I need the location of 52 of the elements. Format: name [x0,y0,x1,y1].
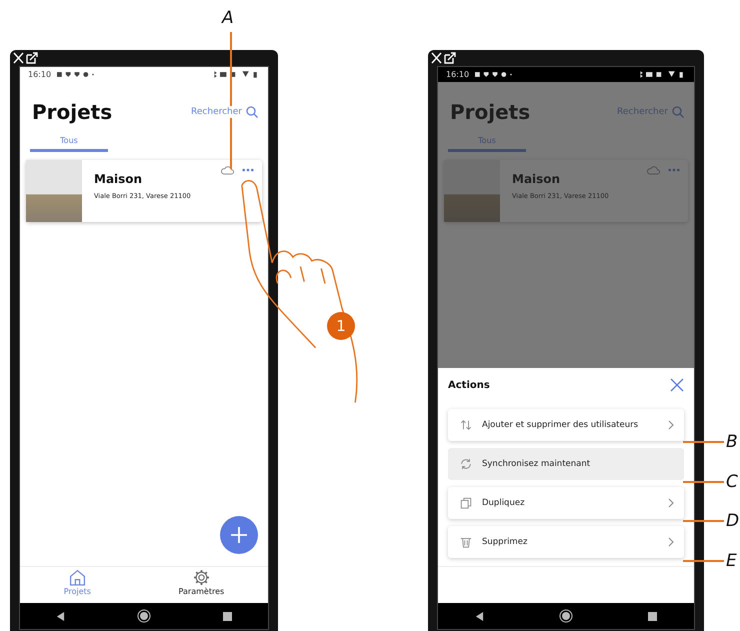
project-name: Maison [512,172,562,186]
sync-icon [460,458,472,470]
action-item[interactable]: Dupliquez [448,487,684,519]
system-icons [212,71,260,78]
home-icon[interactable] [137,609,151,623]
filter-tab[interactable]: Tous [30,136,108,152]
leader-line [683,560,724,562]
more-icon[interactable] [242,168,254,172]
status-time: 16:10 [28,70,52,79]
chevron-icon [668,537,674,547]
callout-label: E [726,550,737,570]
callout-label: B [726,432,738,452]
house-icon [68,569,86,586]
trash-icon [460,536,472,548]
search-icon [246,106,258,118]
settings-tab[interactable]: Paramètres [178,567,224,603]
action-item[interactable]: Ajouter et supprimer des utilisateurs [448,409,684,441]
back-icon[interactable] [475,612,484,620]
callout-label: D [726,511,740,531]
page-title: Projets [32,100,112,124]
callout-label: A [222,8,234,28]
up-down-arrows-icon [460,419,472,431]
recents-icon[interactable] [223,612,232,620]
cloud-icon [220,166,234,175]
plus-icon [231,527,247,543]
project-name: Maison [94,172,144,186]
leader-line [683,480,724,482]
step-badge: 1 [327,312,355,340]
search-icon [672,106,684,118]
callout-label: C [726,472,738,492]
frame-toolbar-icon[interactable] [431,52,457,64]
leader-line [683,520,724,522]
add-button[interactable] [220,516,258,554]
page-title: Projets [450,100,530,124]
chevron-icon [668,498,674,508]
recents-icon[interactable] [648,612,657,620]
close-icon[interactable] [670,378,684,392]
photo-placeholder [26,160,82,222]
frame-toolbar-icon[interactable] [13,52,39,64]
leader-line [683,441,724,443]
home-icon[interactable] [558,609,573,623]
projects-tab[interactable]: Projets [64,567,91,603]
cloud-icon [646,166,660,175]
action-item[interactable]: Supprimez [448,526,684,558]
copy-icon [460,497,472,509]
back-icon[interactable] [56,612,65,620]
sheet-title: Actions [448,380,490,390]
photo-placeholder [444,160,500,222]
chevron-icon [668,420,674,430]
system-icons [638,71,686,78]
gear-icon [192,569,210,586]
status-time: 16:10 [446,70,470,79]
